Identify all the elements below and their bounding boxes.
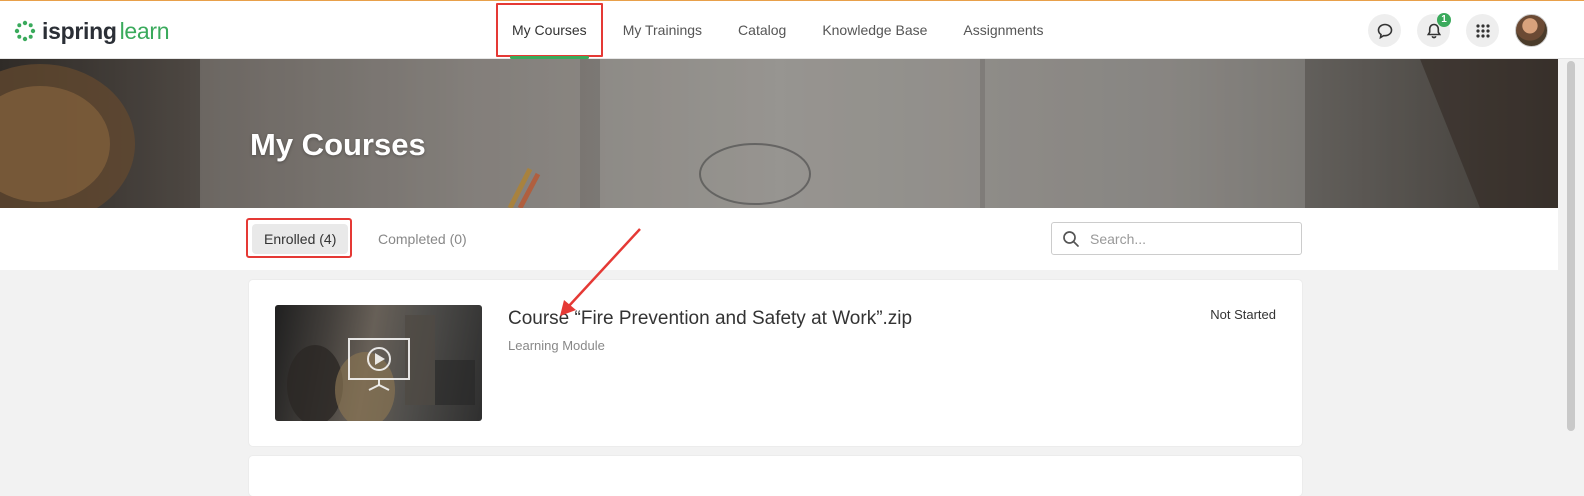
course-status: Not Started (1210, 307, 1276, 322)
user-avatar[interactable] (1515, 14, 1548, 47)
course-tabs-bar: Enrolled (4) Completed (0) (0, 208, 1558, 270)
chat-icon (1377, 23, 1392, 39)
notifications-button[interactable]: 1 (1417, 13, 1451, 47)
main-nav: My Courses My Trainings Catalog Knowledg… (494, 1, 1062, 59)
top-navigation-bar: ispring learn My Courses My Trainings Ca… (0, 0, 1584, 59)
course-type: Learning Module (508, 338, 605, 353)
notifications-badge: 1 (1437, 13, 1451, 27)
search-input[interactable] (1088, 229, 1292, 248)
logo[interactable]: ispring learn (14, 17, 170, 45)
page-title: My Courses (250, 127, 426, 162)
course-card[interactable]: Course “Fire Prevention and Safety at Wo… (249, 280, 1302, 446)
course-title[interactable]: Course “Fire Prevention and Safety at Wo… (508, 308, 912, 330)
course-thumbnail[interactable] (275, 305, 482, 421)
apps-button[interactable] (1466, 14, 1499, 47)
logo-mark-icon (14, 20, 36, 42)
nav-catalog[interactable]: Catalog (720, 1, 804, 59)
nav-knowledge-base[interactable]: Knowledge Base (804, 1, 945, 59)
tab-enrolled[interactable]: Enrolled (4) (252, 224, 349, 254)
search-icon (1063, 230, 1079, 247)
search-box[interactable] (1051, 222, 1302, 255)
tab-completed[interactable]: Completed (0) (366, 224, 479, 254)
course-card-next[interactable] (249, 456, 1302, 496)
nav-my-trainings[interactable]: My Trainings (605, 1, 720, 59)
nav-my-courses[interactable]: My Courses (494, 1, 605, 59)
hero-banner: My Courses (0, 59, 1558, 208)
logo-text-learn: learn (119, 17, 170, 44)
nav-assignments[interactable]: Assignments (945, 1, 1061, 59)
hero-overlay (0, 59, 1558, 208)
logo-text-ispring: ispring (42, 17, 117, 44)
top-icons: 1 (1352, 13, 1548, 47)
apps-grid-icon (1475, 23, 1490, 38)
chat-button[interactable] (1368, 14, 1401, 47)
video-presentation-icon (348, 338, 410, 391)
scrollbar-thumb[interactable] (1567, 61, 1575, 431)
